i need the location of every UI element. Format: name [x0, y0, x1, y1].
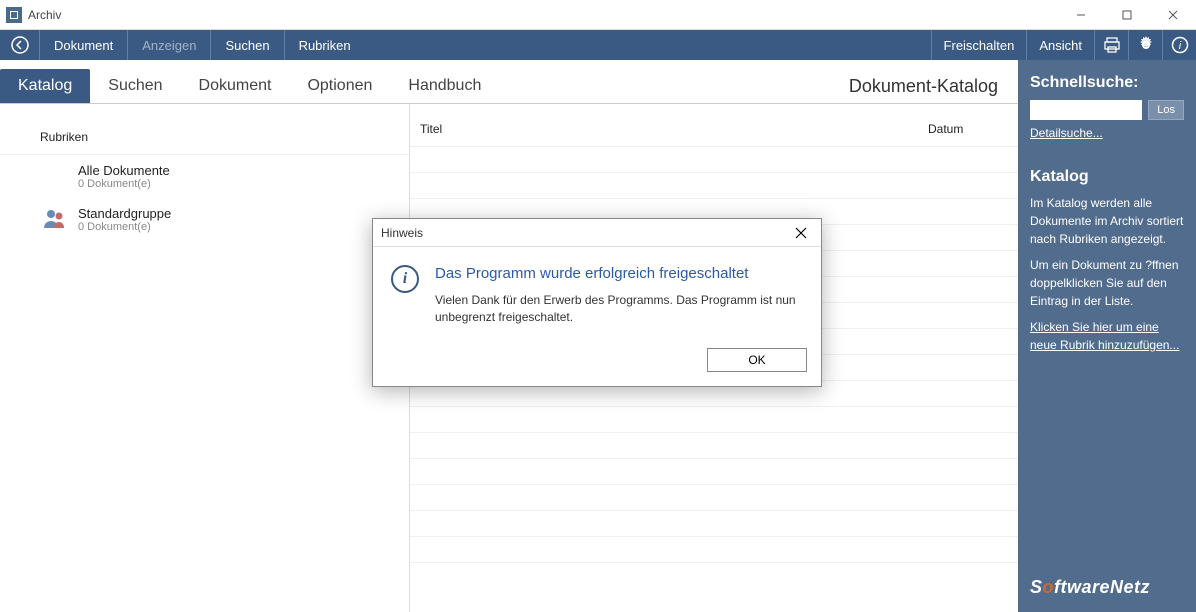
tab-katalog[interactable]: Katalog	[0, 69, 90, 103]
window-title: Archiv	[28, 8, 61, 22]
header-titel: Titel	[410, 104, 918, 146]
dialog-heading: Das Programm wurde erfolgreich freigesch…	[435, 265, 803, 282]
list-row[interactable]	[410, 485, 1018, 511]
ok-button[interactable]: OK	[707, 348, 807, 372]
tab-suchen[interactable]: Suchen	[90, 69, 180, 103]
info-icon[interactable]: i	[1162, 30, 1196, 60]
info-icon: i	[391, 265, 419, 293]
list-row[interactable]	[410, 537, 1018, 563]
list-row[interactable]	[410, 459, 1018, 485]
window-controls	[1058, 0, 1196, 30]
hinweis-dialog: Hinweis i Das Programm wurde erfolgreich…	[372, 218, 822, 387]
list-row[interactable]	[410, 407, 1018, 433]
toolbar-freischalten[interactable]: Freischalten	[931, 30, 1027, 60]
dialog-title: Hinweis	[381, 226, 423, 240]
dialog-body: i Das Programm wurde erfolgreich freiges…	[373, 247, 821, 340]
print-icon[interactable]	[1094, 30, 1128, 60]
schnellsuche-title: Schnellsuche:	[1030, 74, 1184, 92]
add-rubrik-link[interactable]: Klicken Sie hier um eine neue Rubrik hin…	[1030, 320, 1179, 352]
app-icon	[6, 7, 22, 23]
toolbar-ansicht[interactable]: Ansicht	[1026, 30, 1094, 60]
rubrik-item-standard[interactable]: Standardgruppe 0 Dokument(e)	[0, 198, 409, 241]
list-header-row: Titel Datum	[410, 104, 1018, 147]
list-row[interactable]	[410, 511, 1018, 537]
tab-bar: Katalog Suchen Dokument Optionen Handbuc…	[0, 60, 1018, 104]
close-button[interactable]	[1150, 0, 1196, 30]
rubrik-title: Standardgruppe	[78, 206, 399, 221]
toolbar-item-anzeigen[interactable]: Anzeigen	[128, 30, 211, 60]
rubriken-header: Rubriken	[0, 112, 409, 155]
toolbar-item-suchen[interactable]: Suchen	[211, 30, 284, 60]
minimize-button[interactable]	[1058, 0, 1104, 30]
page-title: Dokument-Katalog	[849, 76, 998, 103]
dialog-title-bar: Hinweis	[373, 219, 821, 247]
main-toolbar: Dokument Anzeigen Suchen Rubriken Freisc…	[0, 30, 1196, 60]
rubrik-count: 0 Dokument(e)	[78, 178, 399, 190]
dialog-text: Vielen Dank für den Erwerb des Programms…	[435, 292, 803, 326]
list-row[interactable]	[410, 147, 1018, 173]
katalog-para1: Im Katalog werden alle Dokumente im Arch…	[1030, 194, 1184, 248]
title-bar: Archiv	[0, 0, 1196, 30]
search-row: Los	[1030, 100, 1184, 120]
rubrik-title: Alle Dokumente	[78, 163, 399, 178]
katalog-section: Katalog Im Katalog werden alle Dokumente…	[1030, 168, 1184, 354]
rubrik-count: 0 Dokument(e)	[78, 221, 399, 233]
toolbar-item-dokument[interactable]: Dokument	[40, 30, 128, 60]
dialog-footer: OK	[373, 340, 821, 386]
search-button[interactable]: Los	[1148, 100, 1184, 120]
side-panel: Schnellsuche: Los Detailsuche... Katalog…	[1018, 60, 1196, 612]
rubriken-column: Rubriken Alle Dokumente 0 Dokument(e) St…	[0, 104, 410, 612]
dialog-content: Das Programm wurde erfolgreich freigesch…	[435, 265, 803, 326]
tab-dokument[interactable]: Dokument	[181, 69, 290, 103]
list-row[interactable]	[410, 173, 1018, 199]
katalog-para2: Um ein Dokument zu ?ffnen doppelklicken …	[1030, 256, 1184, 310]
brand-logo: SoftwareNetz	[1030, 577, 1184, 598]
maximize-button[interactable]	[1104, 0, 1150, 30]
dialog-close-button[interactable]	[789, 223, 813, 243]
search-input[interactable]	[1030, 100, 1142, 120]
header-datum: Datum	[918, 104, 1018, 146]
tab-optionen[interactable]: Optionen	[289, 69, 390, 103]
tab-handbuch[interactable]: Handbuch	[390, 69, 499, 103]
katalog-title: Katalog	[1030, 168, 1184, 186]
back-button[interactable]	[0, 30, 40, 60]
detail-search-link[interactable]: Detailsuche...	[1030, 126, 1184, 140]
rubrik-item-alle[interactable]: Alle Dokumente 0 Dokument(e)	[0, 155, 409, 198]
toolbar-item-rubriken[interactable]: Rubriken	[285, 30, 365, 60]
toolbar-spacer	[365, 30, 931, 60]
svg-text:i: i	[1178, 40, 1181, 52]
list-row[interactable]	[410, 433, 1018, 459]
people-icon	[42, 206, 66, 230]
gear-icon[interactable]	[1128, 30, 1162, 60]
